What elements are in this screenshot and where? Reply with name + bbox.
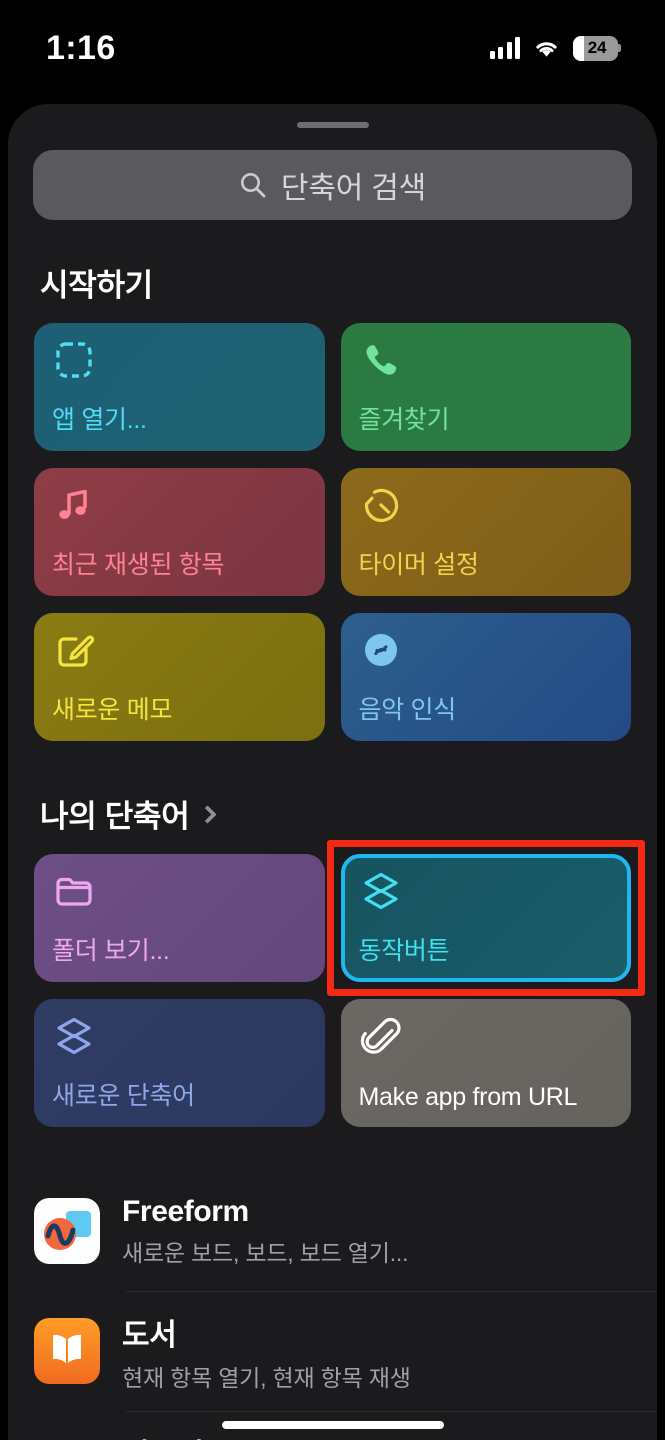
compose-icon — [52, 628, 96, 672]
search-input[interactable]: 단축어 검색 — [33, 150, 632, 220]
phone-icon — [359, 338, 403, 382]
shortcut-card-label: 앱 열기... — [52, 406, 147, 434]
shortcut-card[interactable]: 폴더 보기... — [34, 854, 325, 982]
cellular-signal-icon — [489, 37, 520, 59]
sheet-grabber[interactable] — [296, 122, 369, 128]
paperclip-icon — [359, 1014, 403, 1058]
shazam-icon — [359, 628, 403, 672]
app-name: Freeform — [122, 1194, 249, 1228]
stacked-layers-icon — [52, 1014, 96, 1058]
status-bar-indicators: 24 — [489, 35, 621, 61]
app-name: 도서 — [122, 1318, 177, 1352]
search-icon — [239, 171, 267, 199]
shortcut-card-label: 동작버튼 — [358, 937, 450, 965]
my-shortcuts-grid: 폴더 보기... 동작버튼새로운 단축어 Make app from URL — [8, 854, 657, 1127]
shortcut-card[interactable]: 타이머 설정 — [340, 468, 631, 596]
shortcut-card-label: 폴더 보기... — [52, 937, 170, 965]
section-title-my-shortcuts[interactable]: 나의 단축어 — [40, 791, 657, 836]
my-shortcuts-label: 나의 단축어 — [40, 799, 190, 834]
shortcuts-sheet: 단축어 검색 시작하기 앱 열기... 즐겨찾기최근 재생된 항목 타이머 설정새로… — [8, 104, 657, 1440]
folder-icon — [52, 869, 96, 913]
shortcut-card[interactable]: 앱 열기... — [34, 323, 325, 451]
shortcut-card[interactable]: 최근 재생된 항목 — [34, 468, 325, 596]
shortcut-card[interactable]: 음악 인식 — [340, 613, 631, 741]
app-list-item[interactable]: Freeform 새로운 보드, 보드, 보드 열기... — [34, 1171, 657, 1291]
shortcut-card-label: 새로운 메모 — [52, 696, 173, 724]
app-subtitle: 새로운 보드, 보드, 보드 열기... — [122, 1239, 409, 1266]
shortcut-card[interactable]: 즐겨찾기 — [340, 323, 631, 451]
shortcut-card[interactable]: 새로운 단축어 — [34, 999, 325, 1127]
shortcut-card[interactable]: 동작버튼 — [340, 854, 631, 982]
getting-started-label: 시작하기 — [40, 268, 153, 303]
music-note-icon — [52, 483, 96, 527]
books-app-icon — [34, 1318, 100, 1384]
timer-icon — [359, 483, 403, 527]
section-title-getting-started: 시작하기 — [40, 260, 657, 305]
dashed-square-icon — [52, 338, 96, 382]
shortcut-card-label: 음악 인식 — [358, 696, 457, 724]
shortcut-card-label: 새로운 단축어 — [52, 1082, 195, 1110]
app-name: 리모컨 — [122, 1430, 233, 1440]
shortcut-card-label: 즐겨찾기 — [358, 406, 450, 434]
stacked-layers-icon — [359, 869, 403, 913]
shortcut-card-label: 최근 재생된 항목 — [52, 551, 225, 579]
search-placeholder: 단축어 검색 — [280, 172, 427, 205]
freeform-app-icon — [34, 1198, 100, 1264]
home-indicator — [221, 1421, 444, 1429]
wifi-icon — [533, 38, 560, 58]
shortcut-card[interactable]: 새로운 메모 — [34, 613, 325, 741]
status-bar: 1:16 24 — [0, 0, 665, 96]
battery-level-label: 24 — [587, 38, 607, 57]
shortcut-card[interactable]: Make app from URL — [340, 999, 631, 1127]
getting-started-grid: 앱 열기... 즐겨찾기최근 재생된 항목 타이머 설정새로운 메모 음악 인식 — [8, 323, 657, 741]
chevron-right-icon — [198, 805, 218, 824]
shortcut-card-label: Make app from URL — [358, 1083, 578, 1111]
app-list: Freeform 새로운 보드, 보드, 보드 열기... 도서현재 항목 열기, … — [8, 1171, 657, 1440]
status-bar-clock: 1:16 — [46, 28, 116, 67]
battery-icon: 24 — [573, 35, 621, 61]
shortcut-card-label: 타이머 설정 — [358, 551, 479, 579]
app-list-item[interactable]: 도서현재 항목 열기, 현재 항목 재생 — [34, 1291, 657, 1411]
app-subtitle: 현재 항목 열기, 현재 항목 재생 — [122, 1364, 411, 1391]
